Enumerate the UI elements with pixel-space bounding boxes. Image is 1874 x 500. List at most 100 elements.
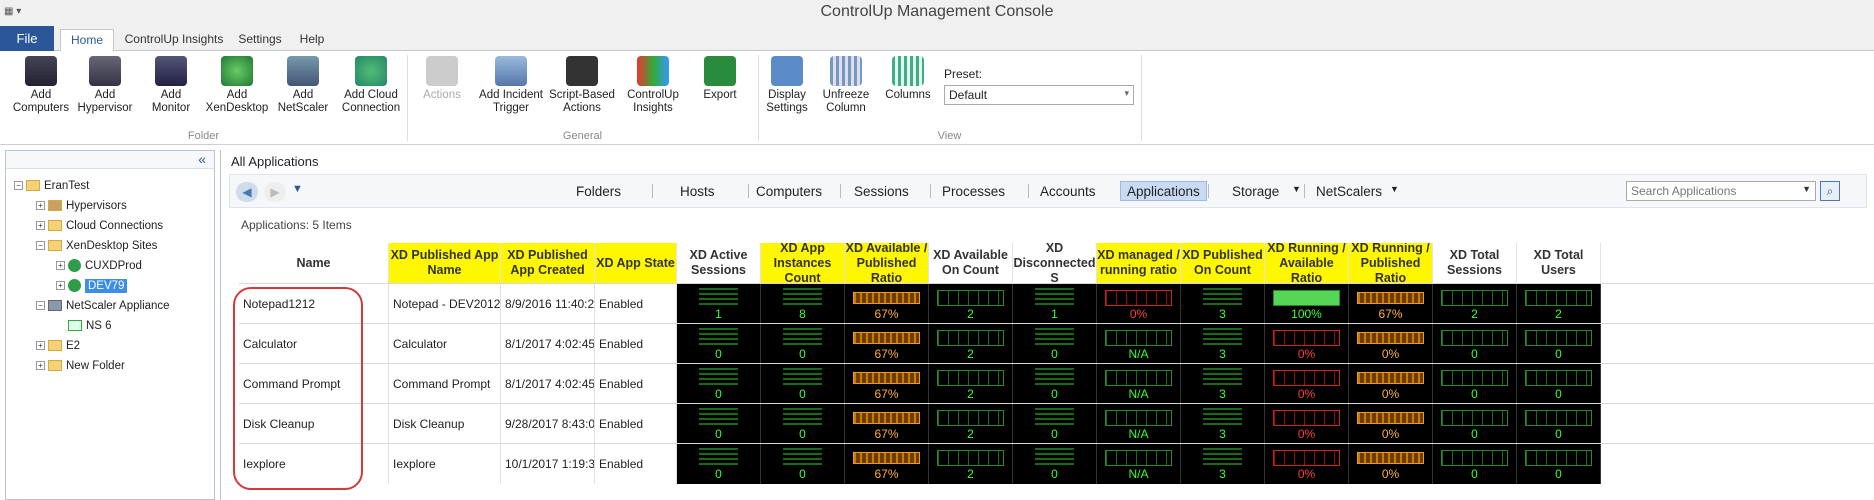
gauge-avail-pub[interactable]: 67% [845,444,929,484]
gauge-total-users[interactable]: 0 [1517,444,1601,484]
gauge-run-pub[interactable]: 0% [1349,324,1433,364]
add-monitor-button[interactable]: Add Monitor [140,56,202,115]
gauge-managed-running[interactable]: N/A [1097,404,1181,444]
tab-folders[interactable]: Folders [576,182,621,202]
gauge-total-sessions[interactable]: 0 [1433,404,1517,444]
gauge-pub-on[interactable]: 3 [1181,364,1265,404]
unfreeze-column-button[interactable]: Unfreeze Column [818,56,874,115]
cell-created[interactable]: 8/1/2017 4:02:45... [501,324,595,364]
cell-state[interactable]: Enabled [595,284,677,324]
gauge-managed-running[interactable]: N/A [1097,324,1181,364]
gauge-total-sessions[interactable]: 0 [1433,324,1517,364]
search-input[interactable]: Search Applications ▼ [1626,181,1816,201]
cell-name[interactable]: Disk Cleanup [239,404,389,444]
export-button[interactable]: Export [692,56,748,102]
add-computers-button[interactable]: Add Computers [10,56,72,115]
cell-pub-name[interactable]: Calculator [389,324,501,364]
tab-computers[interactable]: Computers [756,182,822,202]
tab-storage[interactable]: Storage [1232,182,1279,202]
gauge-avail-pub[interactable]: 67% [845,284,929,324]
cell-created[interactable]: 10/1/2017 1:19:3... [501,444,595,484]
gauge-avail-on[interactable]: 2 [929,324,1013,364]
gauge-avail-pub[interactable]: 67% [845,404,929,444]
tab-accounts[interactable]: Accounts [1040,182,1096,202]
column-header[interactable]: XD App State [595,243,677,283]
tree-node-xendesktop-sites[interactable]: − XenDesktop Sites [36,237,157,255]
gauge-avail-pub[interactable]: 67% [845,324,929,364]
table-row[interactable]: Command Prompt Command Prompt 8/1/2017 4:0… [239,363,1874,404]
columns-button[interactable]: Columns [882,56,934,102]
column-header[interactable]: XD Published App Name [389,243,501,283]
expand-icon[interactable]: + [36,201,45,211]
tree-node-erantest[interactable]: − EranTest [14,177,89,195]
forward-arrow-icon[interactable]: ▶ [264,182,286,202]
chevron-down-icon[interactable]: ▼ [1292,184,1301,194]
expand-icon[interactable]: + [36,341,45,351]
tree-node-new-folder[interactable]: + New Folder [36,357,125,375]
expand-icon[interactable]: + [56,281,65,291]
gauge-run-pub[interactable]: 0% [1349,404,1433,444]
add-incident-trigger-button[interactable]: Add Incident Trigger [476,56,546,115]
cell-state[interactable]: Enabled [595,324,677,364]
gauge-run-pub[interactable]: 0% [1349,364,1433,404]
add-hypervisor-button[interactable]: Add Hypervisor [74,56,136,115]
cell-created[interactable]: 8/1/2017 4:02:45... [501,364,595,404]
gauge-active[interactable]: 0 [677,324,761,364]
script-based-actions-button[interactable]: Script-Based Actions [548,56,616,115]
gauge-instances[interactable]: 0 [761,324,845,364]
cell-pub-name[interactable]: Disk Cleanup [389,404,501,444]
gauge-total-users[interactable]: 0 [1517,404,1601,444]
tab-settings[interactable]: Settings [234,29,286,51]
cell-created[interactable]: 9/28/2017 8:43:0... [501,404,595,444]
column-header[interactable]: XD Disconnected S [1013,243,1097,283]
tree-node-cloud-connections[interactable]: + Cloud Connections [36,217,163,235]
cell-name[interactable]: Notepad1212 [239,284,389,324]
cell-pub-name[interactable]: Iexplore [389,444,501,484]
cell-name[interactable]: Iexplore [239,444,389,484]
gauge-pub-on[interactable]: 3 [1181,404,1265,444]
gauge-total-sessions[interactable]: 2 [1433,284,1517,324]
actions-button[interactable]: Actions [414,56,470,102]
controlup-insights-button[interactable]: ControlUp Insights [620,56,686,115]
collapse-panel-icon[interactable]: « [6,151,214,169]
table-row[interactable]: Disk Cleanup Disk Cleanup 9/28/2017 8:43:0… [239,403,1874,444]
column-header[interactable]: XD Running / Published Ratio [1349,243,1433,283]
back-arrow-icon[interactable]: ◀ [236,182,258,202]
gauge-run-avail[interactable]: 0% [1265,444,1349,484]
table-row[interactable]: IexploreIexplore10/1/2017 1:19:3...Enabl… [239,443,1874,484]
gauge-disc[interactable]: 0 [1013,404,1097,444]
tab-home[interactable]: Home [60,29,114,52]
gauge-avail-on[interactable]: 2 [929,284,1013,324]
gauge-avail-on[interactable]: 2 [929,404,1013,444]
column-header[interactable]: XD Active Sessions [677,243,761,283]
cell-pub-name[interactable]: Notepad - DEV2012R2... [389,284,501,324]
gauge-total-users[interactable]: 2 [1517,284,1601,324]
column-header[interactable]: XD Available / Published Ratio [845,243,929,283]
collapse-icon[interactable]: − [36,301,45,311]
column-header[interactable]: XD Published On Count [1181,243,1265,283]
cell-state[interactable]: Enabled [595,404,677,444]
gauge-avail-on[interactable]: 2 [929,444,1013,484]
gauge-pub-on[interactable]: 3 [1181,284,1265,324]
gauge-disc[interactable]: 1 [1013,284,1097,324]
cell-name[interactable]: Calculator [239,324,389,364]
gauge-pub-on[interactable]: 3 [1181,444,1265,484]
gauge-run-avail[interactable]: 0% [1265,404,1349,444]
column-header[interactable]: XD managed / running ratio [1097,243,1181,283]
table-row[interactable]: Notepad1212Notepad - DEV2012R2...8/9/201… [239,283,1874,324]
tree-node-hypervisors[interactable]: + Hypervisors [36,197,127,215]
gauge-active[interactable]: 0 [677,444,761,484]
tab-hosts[interactable]: Hosts [680,182,715,202]
tab-help[interactable]: Help [294,29,330,51]
tab-applications[interactable]: Applications [1120,181,1207,201]
gauge-active[interactable]: 0 [677,364,761,404]
collapse-icon[interactable]: − [14,181,23,191]
cell-name[interactable]: Command Prompt [239,364,389,404]
gauge-total-users[interactable]: 0 [1517,364,1601,404]
gauge-run-avail[interactable]: 0% [1265,364,1349,404]
column-header[interactable]: Name [239,243,389,283]
gauge-instances[interactable]: 0 [761,404,845,444]
gauge-total-sessions[interactable]: 0 [1433,364,1517,404]
cell-created[interactable]: 8/9/2016 11:40:2... [501,284,595,324]
collapse-icon[interactable]: − [36,241,45,251]
